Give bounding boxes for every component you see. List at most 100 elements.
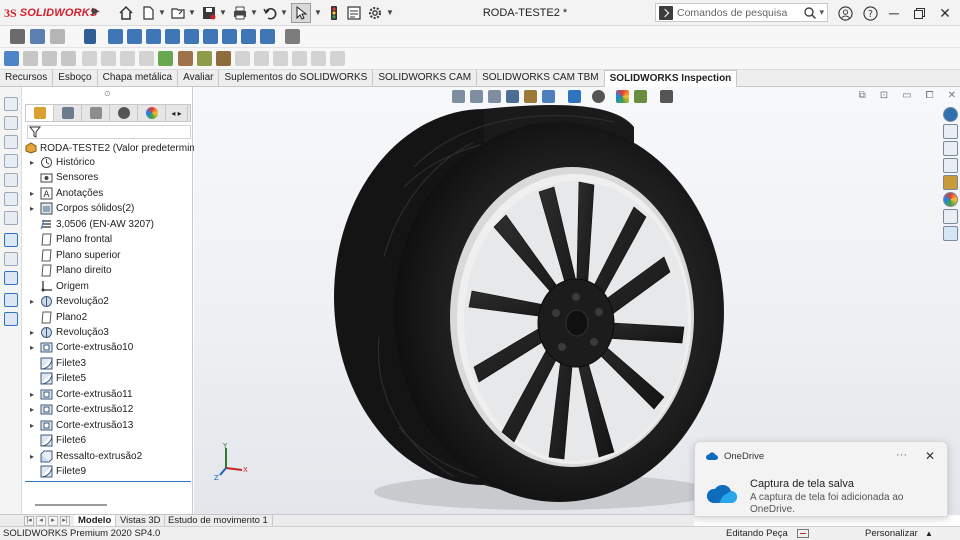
back-view-icon[interactable]	[127, 29, 142, 44]
tree-item-plano-direito[interactable]: Plano direito	[23, 263, 193, 278]
dimetric-view-icon[interactable]	[260, 29, 275, 44]
left-view-icon[interactable]	[146, 29, 161, 44]
tree-item-plano2[interactable]: Plano2	[23, 310, 193, 325]
traffic-light-icon[interactable]	[326, 5, 342, 21]
tree-item-ressalto-extrus-o2[interactable]: ▸ Ressalto-extrusão2	[23, 449, 193, 464]
sequence-icon[interactable]	[139, 51, 154, 66]
tree-item-3-0506-en-aw-3207[interactable]: 3,0506 (EN-AW 3207)	[23, 217, 193, 232]
rebuild-indicator-icon[interactable]	[797, 529, 809, 538]
tree-item-revolu-o2[interactable]: ▸ Revolução2	[23, 294, 193, 309]
open-folder-icon[interactable]	[170, 5, 186, 21]
tree-item-anota-es[interactable]: ▸ A Anotações	[23, 186, 193, 201]
undo-icon[interactable]	[262, 5, 278, 21]
tree-item-corte-extrus-o11[interactable]: ▸ Corte-extrusão11	[23, 387, 193, 402]
add-characteristic-icon[interactable]	[158, 51, 173, 66]
expand-arrow-icon[interactable]: ▸	[26, 297, 38, 306]
expand-arrow-icon[interactable]: ▸	[26, 343, 38, 352]
measure-icon[interactable]	[4, 233, 18, 247]
save-icon[interactable]	[201, 5, 217, 21]
panel-grip-icon[interactable]: ⊙	[104, 89, 111, 98]
rollback-bar[interactable]	[25, 481, 191, 482]
viewport-split-icon[interactable]: ⊡	[880, 90, 888, 101]
tab-recursos[interactable]: Recursos	[0, 70, 54, 87]
tree-item-corpos-s-lidos-2[interactable]: ▸ Corpos sólidos(2)	[23, 201, 193, 216]
horizontal-scrollbar[interactable]	[35, 504, 107, 506]
viewport-restore-icon[interactable]: ⧠	[926, 90, 934, 101]
chevron-down-icon[interactable]: ▼	[250, 8, 258, 17]
tab-property-manager[interactable]	[54, 105, 82, 121]
renumber-icon[interactable]	[235, 51, 250, 66]
surface-icon[interactable]	[4, 211, 18, 225]
chevron-down-icon[interactable]: ▼	[158, 8, 166, 17]
next-tab-arrow-icon[interactable]: ▸	[48, 516, 58, 526]
more-options-icon[interactable]: ···	[896, 449, 907, 461]
chevron-down-icon[interactable]: ▼	[280, 8, 288, 17]
hide-balloons-icon[interactable]	[311, 51, 326, 66]
inspection-edit-icon[interactable]	[23, 51, 38, 66]
tree-item-sensores[interactable]: Sensores	[23, 170, 193, 185]
tab-dimxpert-manager[interactable]	[110, 105, 138, 121]
tree-item-corte-extrus-o13[interactable]: ▸ Corte-extrusão13	[23, 418, 193, 433]
balloon-settings-icon[interactable]	[101, 51, 116, 66]
file-explorer-icon[interactable]	[943, 158, 958, 173]
expand-arrow-icon[interactable]: ▸	[26, 204, 38, 213]
home-icon[interactable]	[118, 5, 134, 21]
gear-icon[interactable]	[367, 5, 383, 21]
design-library-icon[interactable]	[943, 141, 958, 156]
isometric-view-icon[interactable]	[222, 29, 237, 44]
assembly-icon[interactable]	[4, 192, 18, 206]
tab-configuration-manager[interactable]	[82, 105, 110, 121]
chevron-down-icon[interactable]: ▼	[386, 8, 394, 17]
tree-item-plano-superior[interactable]: Plano superior	[23, 248, 193, 263]
solidworks-logo[interactable]: 3S SOLIDWORKS	[4, 4, 97, 22]
manual-balloon-icon[interactable]	[178, 51, 193, 66]
file-properties-icon[interactable]	[346, 5, 362, 21]
chevron-up-icon[interactable]: ▲	[925, 527, 933, 540]
tab-avaliar[interactable]: Avaliar	[178, 70, 220, 87]
home-icon[interactable]	[943, 124, 958, 139]
close-icon[interactable]: ✕	[936, 4, 954, 22]
search-icon[interactable]	[803, 6, 817, 20]
camera-icon[interactable]	[10, 29, 25, 44]
copy-view-icon[interactable]	[50, 29, 65, 44]
drawing-icon[interactable]	[4, 293, 18, 307]
trimetric-view-icon[interactable]	[241, 29, 256, 44]
save-view-icon[interactable]	[30, 29, 45, 44]
user-account-icon[interactable]	[836, 4, 854, 22]
reorder-icon[interactable]	[254, 51, 269, 66]
inspection-export-icon[interactable]	[61, 51, 76, 66]
tree-item-filete5[interactable]: Filete5	[23, 371, 193, 386]
viewport-tile-icon[interactable]: ⧉	[859, 90, 866, 101]
forum-icon[interactable]	[943, 226, 958, 241]
tree-filter[interactable]	[27, 125, 191, 139]
appearances-icon[interactable]	[943, 192, 958, 207]
expand-arrow-icon[interactable]: ▸	[26, 421, 38, 430]
last-tab-arrow-icon[interactable]: ▸|	[60, 516, 70, 526]
tree-item-origem[interactable]: Origem	[23, 279, 193, 294]
reference-icon[interactable]	[4, 154, 18, 168]
expand-arrow-icon[interactable]: ▸	[26, 452, 38, 461]
chevron-down-icon[interactable]: ▾	[819, 7, 824, 18]
mate-icon[interactable]	[4, 173, 18, 187]
inspection-project-icon[interactable]	[4, 51, 19, 66]
report-icon[interactable]	[330, 51, 345, 66]
tree-item-filete9[interactable]: Filete9	[23, 464, 193, 479]
expand-arrow-icon[interactable]: ▸	[26, 405, 38, 414]
print-icon[interactable]	[232, 5, 248, 21]
search-commands-field[interactable]: Comandos de pesquisa ▾	[655, 3, 828, 22]
grid-icon[interactable]	[197, 51, 212, 66]
top-view-icon[interactable]	[184, 29, 199, 44]
chevron-down-icon[interactable]: ▼	[219, 8, 227, 17]
wheel-3d-model[interactable]	[314, 97, 734, 515]
tab-suplementos-do-solidworks[interactable]: Suplementos do SOLIDWORKS	[219, 70, 374, 87]
chevron-down-icon[interactable]: ▼	[188, 8, 196, 17]
select-cursor-icon[interactable]	[291, 3, 311, 23]
tab-display-manager[interactable]	[138, 105, 166, 121]
weldment-icon[interactable]	[4, 271, 18, 285]
expand-arrow-icon[interactable]: ▸	[26, 158, 38, 167]
bottom-view-icon[interactable]	[203, 29, 218, 44]
normal-to-icon[interactable]	[84, 29, 96, 44]
tree-item-plano-frontal[interactable]: Plano frontal	[23, 232, 193, 247]
right-view-icon[interactable]	[165, 29, 180, 44]
tab-solidworks-cam-tbm[interactable]: SOLIDWORKS CAM TBM	[477, 70, 605, 87]
